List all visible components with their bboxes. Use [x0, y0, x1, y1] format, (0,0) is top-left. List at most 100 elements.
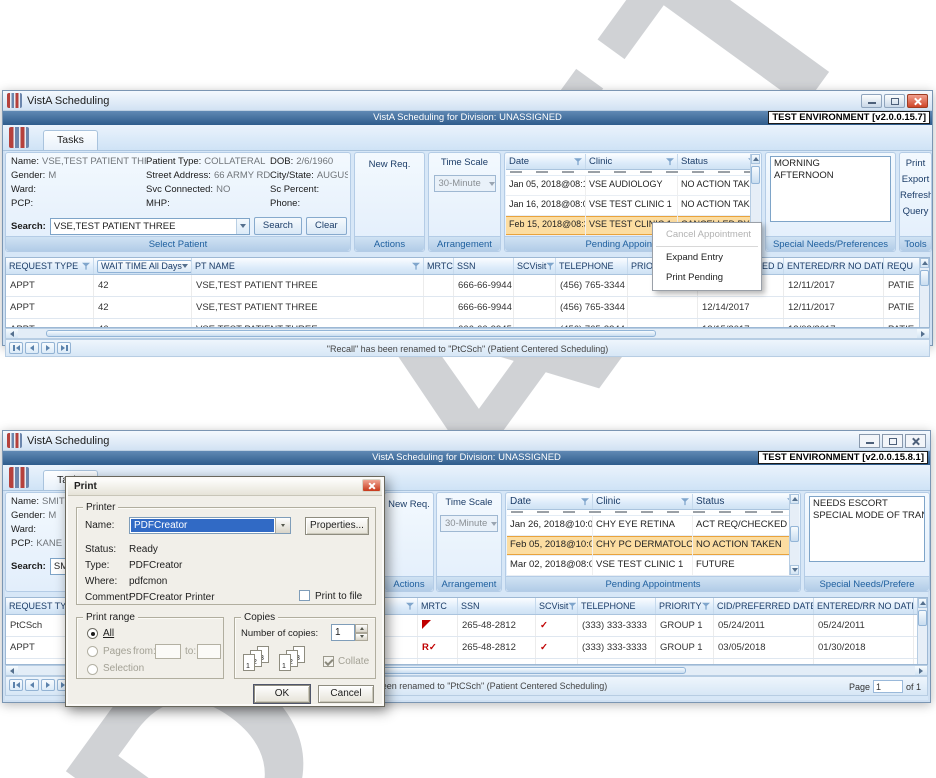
print-button[interactable]: Print [900, 156, 931, 172]
pending-row-selected[interactable]: Feb 05, 2018@10:00 CHY PC DERMATOLOGY NO… [507, 536, 799, 556]
scroll-left-icon[interactable] [6, 329, 18, 338]
filter-icon[interactable] [681, 498, 689, 506]
special-needs-list[interactable]: NEEDS ESCORT SPECIAL MODE OF TRANSP [809, 496, 925, 562]
column-header-clinic[interactable]: Clinic [593, 494, 693, 509]
properties-button[interactable]: Properties... [305, 517, 369, 535]
maximize-button[interactable] [882, 433, 903, 448]
maximize-button[interactable] [884, 93, 905, 108]
close-button[interactable] [362, 479, 381, 492]
copies-stepper[interactable]: 1 [331, 624, 368, 641]
column-header-date[interactable]: Date [506, 154, 586, 169]
filter-icon[interactable] [412, 262, 420, 270]
column-header-pt-name[interactable]: PT NAME [192, 258, 424, 274]
minimize-button[interactable] [861, 93, 882, 108]
print-to-file-checkbox[interactable] [299, 590, 310, 601]
column-header-clinic[interactable]: Clinic [586, 154, 678, 169]
collate-checkbox[interactable] [323, 656, 334, 667]
column-header-cid-date[interactable]: CID/PREFERRED DATE [714, 598, 814, 614]
column-header-mrtc[interactable]: MRTC [424, 258, 454, 274]
table-row[interactable]: APPT 42 VSE,TEST PATIENT THREE 666-66-9944 (… [6, 275, 929, 297]
filter-icon[interactable] [581, 498, 589, 506]
pending-row[interactable]: Mar 02, 2018@08:00 VSE TEST CLINIC 1 FUT… [507, 556, 799, 576]
copies-value[interactable]: 1 [331, 624, 355, 641]
vertical-scrollbar[interactable] [789, 494, 799, 575]
vista-logo-icon[interactable] [9, 127, 29, 148]
close-button[interactable] [907, 93, 928, 108]
scroll-right-icon[interactable] [915, 666, 927, 675]
pending-row[interactable]: Jan 26, 2018@10:00 CHY EYE RETINA ACT RE… [507, 516, 799, 536]
range-selection-radio[interactable] [87, 664, 98, 675]
filter-icon[interactable] [568, 602, 577, 610]
column-header-mrtc[interactable]: MRTC [418, 598, 458, 614]
spin-up-icon[interactable] [355, 624, 368, 633]
spin-down-icon[interactable] [355, 632, 368, 641]
table-row[interactable]: APPT 42 VSE,TEST PATIENT THREE 666-66-9944 (… [6, 297, 929, 319]
scroll-up-icon[interactable] [751, 154, 760, 164]
menu-item-expand-entry[interactable]: Expand Entry [653, 248, 761, 268]
filter-icon[interactable] [82, 262, 90, 270]
filter-icon[interactable] [666, 158, 674, 166]
column-header-status[interactable]: Status [678, 154, 760, 169]
titlebar[interactable]: VistA Scheduling [3, 431, 930, 451]
pending-row[interactable]: Jan 16, 2018@08:00 VSE TEST CLINIC 1 NO … [506, 196, 760, 216]
column-header-wait-time[interactable]: WAIT TIME All Days [94, 258, 192, 274]
filter-icon[interactable] [702, 602, 710, 610]
column-header-ssn[interactable]: SSN [458, 598, 536, 614]
clear-button[interactable]: Clear [305, 217, 347, 235]
time-scale-select[interactable]: 30-Minute [440, 515, 498, 532]
search-button[interactable]: Search [253, 217, 302, 235]
scrollbar-thumb[interactable] [46, 330, 656, 337]
new-req-button[interactable]: New Req. [388, 499, 430, 510]
menu-item-cancel-appointment[interactable]: Cancel Appointment [653, 225, 761, 245]
filter-icon[interactable] [574, 158, 582, 166]
vertical-scrollbar[interactable] [919, 258, 929, 327]
column-header-scvisit[interactable]: SCVisit [514, 258, 556, 274]
time-scale-select[interactable]: 30-Minute [433, 175, 496, 192]
dropdown-arrow-icon[interactable] [235, 218, 249, 234]
scroll-up-icon[interactable] [790, 494, 799, 504]
refresh-button[interactable]: Refresh [900, 188, 931, 204]
minimize-button[interactable] [859, 433, 880, 448]
tab-tasks[interactable]: Tasks [43, 130, 98, 150]
scroll-left-icon[interactable] [6, 666, 18, 675]
scroll-right-icon[interactable] [917, 329, 929, 338]
column-header-entered-date[interactable]: ENTERED/RR NO DATE [814, 598, 914, 614]
horizontal-scrollbar[interactable] [5, 328, 930, 339]
patient-search-input[interactable]: VSE,TEST PATIENT THREE [49, 217, 250, 235]
column-header-request-type[interactable]: REQUEST TYPE [6, 258, 94, 274]
scroll-up-icon[interactable] [920, 258, 929, 268]
scrollbar-thumb[interactable] [918, 610, 927, 626]
pending-row[interactable]: Jan 05, 2018@08:15 VSE AUDIOLOGY NO ACTI… [506, 176, 760, 196]
vista-logo-icon[interactable] [9, 467, 29, 488]
scroll-down-icon[interactable] [790, 565, 799, 575]
printer-name-select[interactable]: PDFCreator [129, 517, 291, 534]
scroll-up-icon[interactable] [918, 598, 927, 608]
close-button[interactable] [905, 433, 926, 448]
ok-button[interactable]: OK [254, 685, 310, 703]
scrollbar-thumb[interactable] [790, 526, 799, 542]
table-row-clipped[interactable]: APPT46VSE,TEST PATIENT THREE 666-66-9945 (… [6, 319, 929, 327]
special-needs-list[interactable]: MORNING AFTERNOON [770, 156, 891, 222]
new-req-button[interactable]: New Req. [369, 159, 411, 170]
column-header-telephone[interactable]: TELEPHONE [578, 598, 656, 614]
scrollbar-thumb[interactable] [751, 166, 760, 184]
titlebar[interactable]: VistA Scheduling [3, 91, 932, 111]
column-header-entered-date[interactable]: ENTERED/RR NO DATE [784, 258, 884, 274]
column-header-status[interactable]: Status [693, 494, 799, 509]
dialog-titlebar[interactable]: Print [68, 479, 382, 496]
vertical-scrollbar[interactable] [917, 598, 927, 664]
page-input[interactable]: 1 [872, 680, 903, 693]
from-input[interactable] [155, 644, 181, 659]
column-header-scvisit[interactable]: SCVisit [536, 598, 578, 614]
column-header-telephone[interactable]: TELEPHONE [556, 258, 628, 274]
column-header-date[interactable]: Date [507, 494, 593, 509]
menu-item-print-pending[interactable]: Print Pending [653, 268, 761, 288]
column-header-priority[interactable]: PRIORITY [656, 598, 714, 614]
range-pages-radio[interactable] [87, 646, 98, 657]
query-button[interactable]: Query [900, 204, 931, 220]
filter-icon[interactable] [546, 262, 555, 270]
column-header-ssn[interactable]: SSN [454, 258, 514, 274]
to-input[interactable] [197, 644, 221, 659]
export-button[interactable]: Export [900, 172, 931, 188]
filter-icon[interactable] [406, 602, 414, 610]
